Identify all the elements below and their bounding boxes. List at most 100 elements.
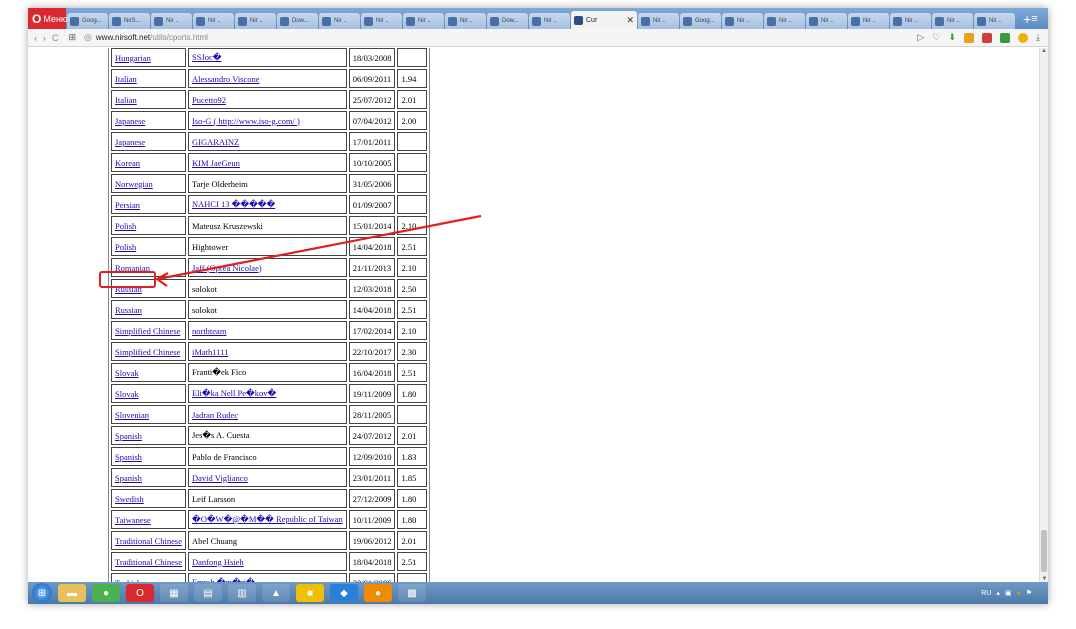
volume-icon[interactable]: ● bbox=[1016, 590, 1020, 597]
tab[interactable]: NirS... bbox=[109, 13, 150, 29]
tab[interactable]: Nir .. bbox=[361, 13, 402, 29]
tab-menu-icon[interactable]: ≡ bbox=[1031, 13, 1037, 25]
back-icon[interactable]: ‹ bbox=[34, 33, 43, 43]
explorer-icon[interactable]: ▬ bbox=[58, 584, 86, 602]
tab[interactable]: Nir .. bbox=[193, 13, 234, 29]
tab-favicon-icon bbox=[322, 16, 331, 26]
tab-title: Goog... bbox=[695, 18, 715, 24]
toolbar-right: ▷ ♡ ⬇ ⤓ bbox=[917, 32, 1040, 43]
tab-favicon-icon bbox=[725, 16, 734, 26]
app-icon-8[interactable]: ▩ bbox=[398, 584, 426, 602]
heart-icon[interactable]: ♡ bbox=[932, 32, 940, 43]
tab[interactable]: Nir .. bbox=[890, 13, 931, 29]
tab-favicon-icon bbox=[448, 16, 457, 26]
tab-title: Nir .. bbox=[208, 18, 221, 24]
scrollbar-thumb[interactable] bbox=[1041, 530, 1047, 572]
app-icon-7[interactable]: ● bbox=[364, 584, 392, 602]
tray-arrow-icon[interactable]: ▴ bbox=[996, 589, 1000, 597]
opera-icon[interactable]: O bbox=[126, 584, 154, 602]
tab-favicon-icon bbox=[893, 16, 902, 26]
flag-icon[interactable]: ⚑ bbox=[1026, 589, 1032, 597]
tab-title: Nir .. bbox=[334, 18, 347, 24]
tab-title: Nir .. bbox=[947, 18, 960, 24]
tab-title: Cur bbox=[586, 16, 598, 24]
downloads-icon[interactable]: ⤓ bbox=[1036, 32, 1040, 43]
app-icon-5[interactable]: ■ bbox=[296, 584, 324, 602]
tab-title: Nir .. bbox=[376, 18, 389, 24]
tab-title: Nir .. bbox=[544, 18, 557, 24]
tab[interactable]: Dow... bbox=[277, 13, 318, 29]
tab-favicon-icon bbox=[977, 16, 986, 26]
app-icon-3[interactable]: ▥ bbox=[228, 584, 256, 602]
send-icon[interactable]: ▷ bbox=[917, 32, 924, 43]
tab-title: Nir .. bbox=[460, 18, 473, 24]
tab[interactable]: Nir .. bbox=[403, 13, 444, 29]
page-viewport: Hungarian SSJoc� 18/03/2008 Italian Alessand… bbox=[28, 48, 1039, 582]
tab-active[interactable]: Cur ✕ bbox=[571, 11, 637, 29]
start-button-icon[interactable]: ⊞ bbox=[32, 583, 52, 603]
tab[interactable]: Nir .. bbox=[319, 13, 360, 29]
menu-label: Меню bbox=[43, 13, 68, 24]
download-arrow-icon[interactable]: ⬇ bbox=[948, 32, 956, 43]
arrow-head bbox=[154, 272, 169, 287]
tab[interactable]: Goog... bbox=[67, 13, 108, 29]
tab[interactable]: Nir .. bbox=[722, 13, 763, 29]
tab[interactable]: Dow... bbox=[487, 13, 528, 29]
network-icon[interactable]: ▣ bbox=[1005, 589, 1012, 597]
tab-favicon-icon bbox=[683, 16, 692, 26]
speed-dial-icon[interactable]: ⊞ bbox=[69, 32, 77, 43]
tab[interactable]: Nir .. bbox=[764, 13, 805, 29]
app-icon-4[interactable]: ▲ bbox=[262, 584, 290, 602]
tab-title: NirS... bbox=[124, 18, 141, 24]
tab[interactable]: Nir .. bbox=[806, 13, 847, 29]
tab-title: Nir .. bbox=[905, 18, 918, 24]
tab[interactable]: Nir .. bbox=[932, 13, 973, 29]
tab[interactable]: Nir .. bbox=[151, 13, 192, 29]
extension-icon-4[interactable] bbox=[1018, 32, 1029, 43]
arrow-line bbox=[157, 214, 482, 281]
tab[interactable]: Nir .. bbox=[445, 13, 486, 29]
tab[interactable]: Nir .. bbox=[529, 13, 570, 29]
clock[interactable] bbox=[1037, 590, 1042, 597]
tab-favicon-icon bbox=[406, 16, 415, 26]
annotation-arrow bbox=[154, 214, 482, 287]
tab-favicon-icon bbox=[641, 16, 650, 26]
extension-icon-1[interactable] bbox=[964, 32, 975, 43]
tab-favicon-icon bbox=[532, 16, 541, 26]
app-icon-1[interactable]: ▦ bbox=[160, 584, 188, 602]
tab[interactable]: Nir .. bbox=[848, 13, 889, 29]
taskbar: ⊞ ▬ ● O ▦ ▤ ▥ ▲ ■ ◆ ● ▩ RU ▴ ▣ ● ⚑ bbox=[28, 582, 1048, 604]
new-tab-button[interactable]: + bbox=[1023, 11, 1031, 27]
vertical-scrollbar[interactable]: ▲ ▼ bbox=[1039, 48, 1048, 582]
scroll-up-icon[interactable]: ▲ bbox=[1040, 48, 1048, 54]
screenshot-frame: O Меню Goog... NirS... Nir .. Nir .. Nir .. D… bbox=[28, 8, 1048, 604]
app-icon-6[interactable]: ◆ bbox=[330, 584, 358, 602]
tab-favicon-icon bbox=[112, 16, 121, 26]
forward-icon[interactable]: › bbox=[43, 33, 52, 43]
tab[interactable]: Nir .. bbox=[235, 13, 276, 29]
tab-title: Dow... bbox=[502, 18, 519, 24]
opera-menu-button[interactable]: O Меню bbox=[28, 8, 68, 29]
tab-title: Nir .. bbox=[166, 18, 179, 24]
close-tab-icon[interactable]: ✕ bbox=[626, 15, 634, 26]
tab[interactable]: Goog... bbox=[680, 13, 721, 29]
extension-icon-2[interactable] bbox=[982, 32, 993, 43]
tab-title: Nir .. bbox=[250, 18, 263, 24]
tab-favicon-icon bbox=[935, 16, 944, 26]
tab-favicon-icon bbox=[196, 16, 205, 26]
nirsoft-favicon-icon bbox=[574, 15, 583, 25]
app-icon-2[interactable]: ▤ bbox=[194, 584, 222, 602]
window-controls: ≡ _ □ ✕ bbox=[1031, 13, 1048, 25]
tab[interactable]: Nir .. bbox=[638, 13, 679, 29]
tab-favicon-icon bbox=[154, 16, 163, 26]
url-field[interactable]: www.nirsoft.net/utils/cports.html bbox=[96, 33, 208, 42]
reload-icon[interactable]: C bbox=[52, 33, 65, 43]
tab-favicon-icon bbox=[490, 16, 499, 26]
tab-title: Nir .. bbox=[863, 18, 876, 24]
address-bar: ‹›C ⊞ ◎ www.nirsoft.net/utils/cports.htm… bbox=[28, 29, 1048, 47]
tab-title: Nir .. bbox=[989, 18, 1002, 24]
tab[interactable]: Nir .. bbox=[974, 13, 1015, 29]
extension-icon-3[interactable] bbox=[1000, 32, 1011, 43]
chrome-icon[interactable]: ● bbox=[92, 584, 120, 602]
language-indicator[interactable]: RU bbox=[981, 590, 991, 597]
